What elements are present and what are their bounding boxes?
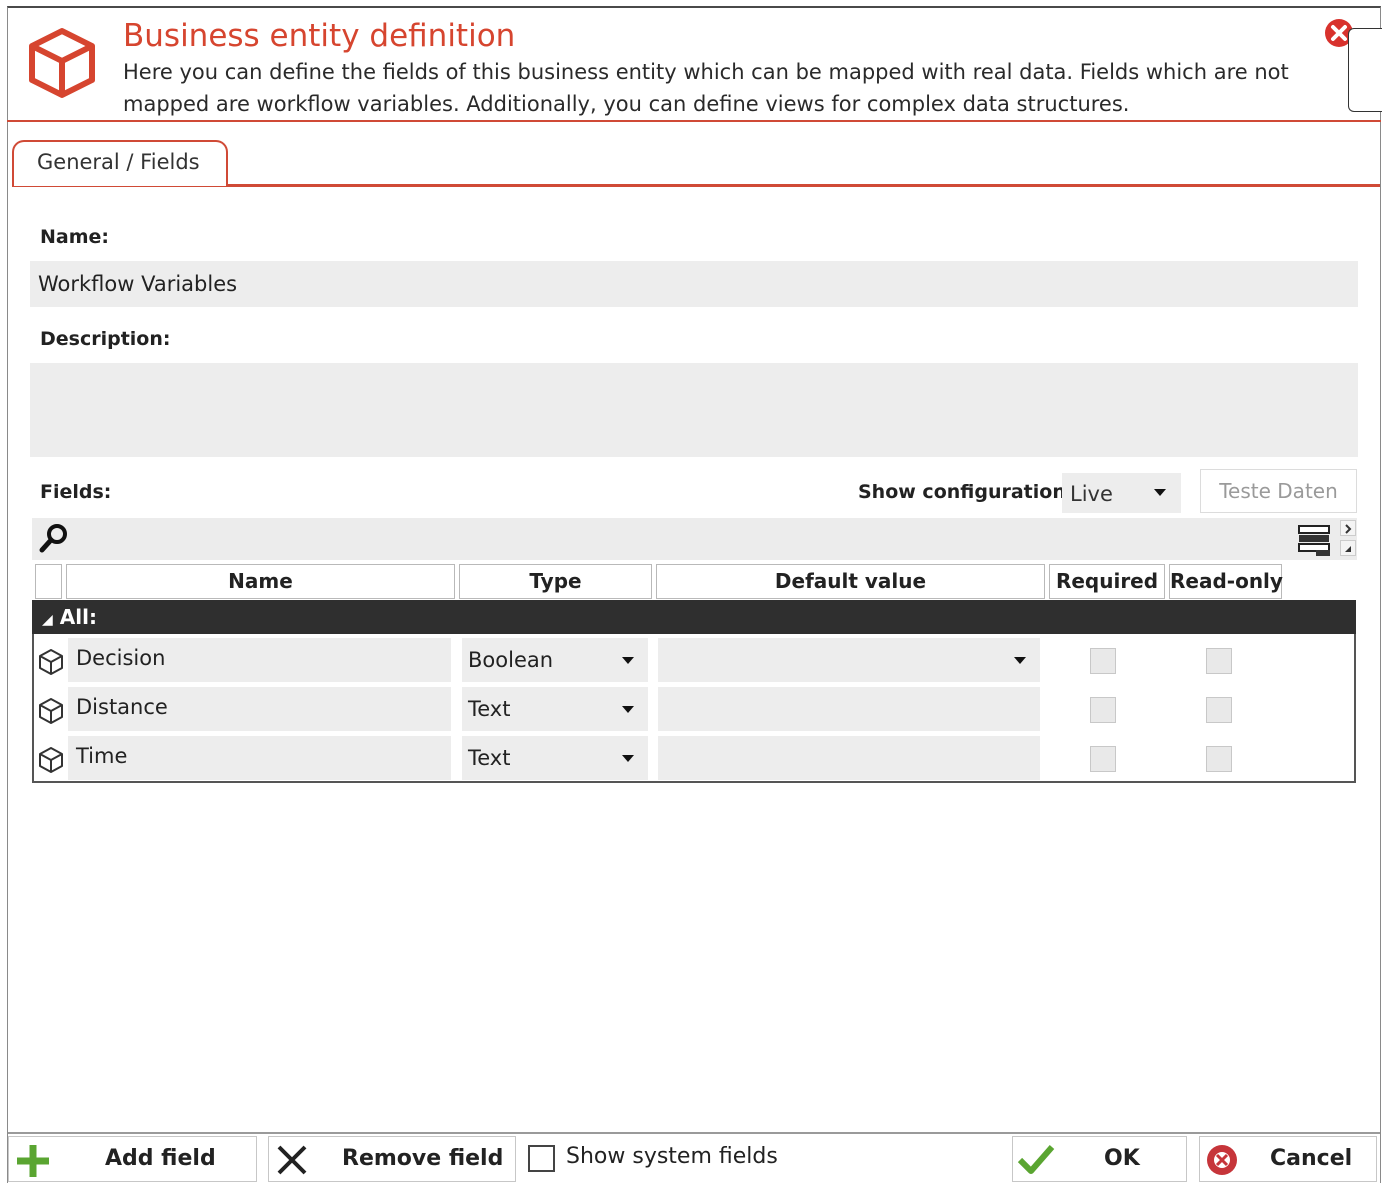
read-only-checkbox[interactable] (1206, 648, 1232, 674)
search-icon[interactable] (38, 522, 70, 554)
required-checkbox[interactable] (1090, 697, 1116, 723)
cube-icon (39, 698, 63, 724)
name-input[interactable] (30, 261, 1358, 307)
table-row[interactable]: Time Text (34, 734, 1354, 782)
field-name-cell[interactable]: Distance (68, 687, 451, 731)
show-configuration-select[interactable]: Live (1062, 473, 1181, 513)
field-type-select[interactable]: Text (462, 736, 648, 780)
dialog-description: Here you can define the fields of this b… (123, 60, 1289, 116)
row-select-header[interactable] (35, 564, 62, 599)
table-row[interactable]: Distance Text (34, 685, 1354, 733)
field-name: Time (76, 744, 128, 768)
scroll-right-button[interactable] (1340, 520, 1356, 536)
cube-icon (39, 649, 63, 675)
chevron-down-icon (1014, 657, 1026, 664)
plus-icon (17, 1145, 49, 1177)
show-configuration-value: Live (1070, 482, 1113, 506)
remove-field-button[interactable]: Remove field (268, 1136, 516, 1182)
cancel-button[interactable]: Cancel (1199, 1136, 1377, 1182)
required-checkbox[interactable] (1090, 746, 1116, 772)
column-header-default-value[interactable]: Default value (656, 564, 1045, 599)
fields-label: Fields: (40, 481, 112, 503)
tab-general-fields[interactable]: General / Fields (12, 140, 228, 186)
group-label: All: (59, 605, 97, 629)
column-chooser-icon[interactable] (1296, 520, 1334, 558)
add-field-button[interactable]: Add field (8, 1136, 257, 1182)
cancel-label: Cancel (1270, 1146, 1353, 1171)
group-row-all[interactable]: ◢ All: (32, 600, 1356, 634)
chevron-down-icon (1154, 489, 1166, 496)
field-type-select[interactable]: Boolean (462, 638, 648, 682)
field-name-cell[interactable]: Decision (68, 638, 451, 682)
resize-handle[interactable] (1340, 540, 1356, 556)
chevron-right-icon (1345, 524, 1352, 534)
show-system-fields-label[interactable]: Show system fields (566, 1144, 778, 1169)
description-label: Description: (40, 328, 171, 350)
field-type-value: Text (468, 746, 511, 770)
column-header-type[interactable]: Type (459, 564, 652, 599)
header-divider (7, 120, 1381, 122)
column-header-read-only[interactable]: Read-only (1169, 564, 1283, 599)
field-type-value: Text (468, 697, 511, 721)
name-label: Name: (40, 226, 110, 248)
table-search-bar[interactable] (32, 518, 1357, 560)
field-type-value: Boolean (468, 648, 554, 672)
show-system-fields-checkbox[interactable] (528, 1145, 555, 1172)
default-value-input[interactable] (658, 687, 1040, 731)
default-value-select[interactable] (658, 638, 1040, 682)
collapse-triangle-icon: ◢ (42, 612, 53, 628)
field-name: Decision (76, 646, 166, 670)
table-row[interactable]: Decision Boolean (34, 636, 1354, 684)
description-input[interactable] (30, 363, 1358, 457)
default-value-input[interactable] (658, 736, 1040, 780)
test-data-button[interactable]: Teste Daten (1200, 469, 1357, 513)
field-type-select[interactable]: Text (462, 687, 648, 731)
add-field-label: Add field (105, 1146, 216, 1171)
read-only-checkbox[interactable] (1206, 697, 1232, 723)
ok-label: OK (1104, 1146, 1140, 1171)
x-icon (277, 1145, 307, 1175)
required-checkbox[interactable] (1090, 648, 1116, 674)
field-name-cell[interactable]: Time (68, 736, 451, 780)
corner-arrow-icon (1345, 546, 1351, 552)
field-name: Distance (76, 695, 168, 719)
cube-icon (39, 747, 63, 773)
remove-field-label: Remove field (342, 1146, 504, 1171)
ok-button[interactable]: OK (1012, 1136, 1187, 1182)
show-configuration-label: Show configuration: (858, 481, 1074, 503)
chevron-down-icon (622, 706, 634, 713)
column-header-name[interactable]: Name (66, 564, 455, 599)
checkmark-icon (1017, 1145, 1055, 1174)
dialog-title: Business entity definition (123, 18, 516, 54)
column-header-required[interactable]: Required (1049, 564, 1165, 599)
window-edge-frame (1348, 28, 1382, 112)
chevron-down-icon (622, 657, 634, 664)
cube-icon (29, 28, 95, 98)
chevron-down-icon (622, 755, 634, 762)
read-only-checkbox[interactable] (1206, 746, 1232, 772)
cancel-icon (1207, 1145, 1237, 1175)
